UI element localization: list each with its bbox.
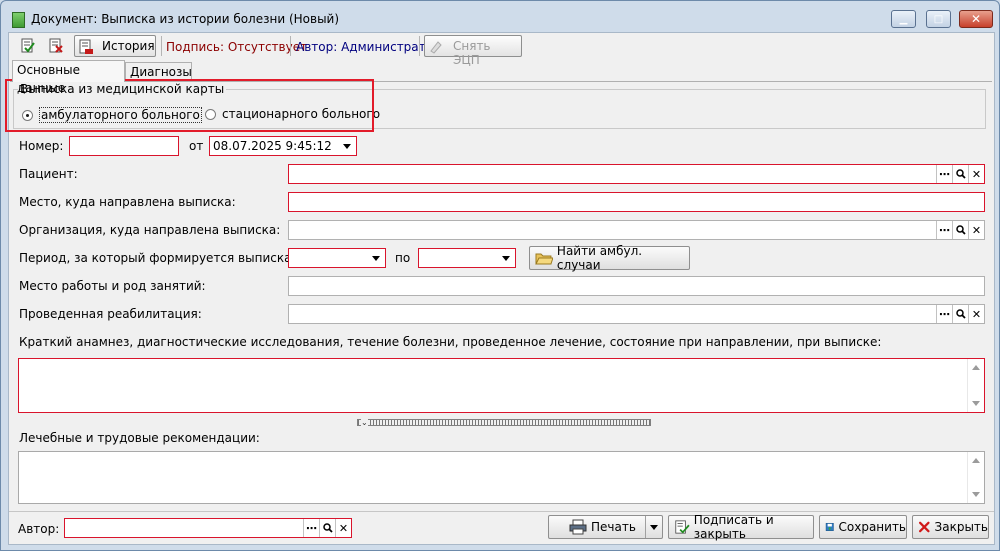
date-value: 08.07.2025 9:45:12 — [213, 139, 332, 153]
save-label: Сохранить — [838, 520, 907, 534]
period-from-picker[interactable] — [288, 248, 386, 268]
splitter-handle[interactable]: ⌄ — [357, 418, 651, 427]
search-icon[interactable] — [952, 221, 968, 239]
bottom-bar: Автор: ⋯ ✕ Печать Подписать и закрыть Со… — [9, 511, 994, 545]
print-button[interactable]: Печать — [548, 515, 663, 539]
scroll-down-icon[interactable] — [972, 401, 980, 406]
dropdown-arrow-icon[interactable] — [339, 138, 355, 154]
toolbar-separator — [290, 36, 291, 56]
close-label: Закрыть — [934, 520, 988, 534]
folder-icon — [535, 253, 553, 265]
sign-and-close-label: Подписать и закрыть — [693, 513, 774, 541]
printer-icon — [569, 519, 587, 535]
tab-main-data[interactable]: Основные данные — [12, 60, 125, 95]
document-window: Документ: Выписка из истории болезни (Но… — [0, 0, 1000, 551]
print-label: Печать — [591, 520, 636, 534]
organization-label: Организация, куда направлена выписка: — [19, 223, 281, 237]
ellipsis-icon[interactable]: ⋯ — [936, 305, 952, 323]
sign-document-icon — [675, 520, 690, 534]
period-to-label: по — [395, 251, 411, 265]
author-input[interactable]: ⋯ ✕ — [64, 518, 352, 538]
ellipsis-icon[interactable]: ⋯ — [303, 519, 319, 537]
toolbar-separator — [419, 36, 420, 56]
signature-remove-icon — [430, 41, 442, 54]
place-label: Место, куда направлена выписка: — [19, 195, 236, 209]
maximize-button[interactable]: □ — [926, 10, 951, 28]
workplace-label: Место работы и род занятий: — [19, 279, 206, 293]
maximize-icon: □ — [933, 13, 944, 25]
title-bar[interactable]: Документ: Выписка из истории болезни (Но… — [1, 1, 999, 31]
ellipsis-icon[interactable]: ⋯ — [936, 165, 952, 183]
workplace-input[interactable] — [288, 276, 985, 296]
checklist-icon — [21, 38, 35, 53]
tab-label: Диагнозы — [130, 65, 192, 79]
app-icon — [12, 12, 25, 28]
search-icon[interactable] — [952, 305, 968, 323]
vertical-scrollbar[interactable] — [967, 359, 984, 412]
cross-doc-icon — [49, 38, 63, 53]
footer-author-label: Автор: — [18, 522, 60, 536]
organization-input[interactable]: ⋯ ✕ — [288, 220, 985, 240]
number-label: Номер: — [19, 139, 64, 153]
ellipsis-icon[interactable]: ⋯ — [936, 221, 952, 239]
search-icon[interactable] — [952, 165, 968, 183]
rehab-input[interactable]: ⋯ ✕ — [288, 304, 985, 324]
from-label: от — [189, 139, 204, 153]
minimize-button[interactable]: ▁ — [891, 10, 916, 28]
anamnesis-textarea[interactable] — [18, 358, 985, 413]
scroll-up-icon[interactable] — [972, 458, 980, 463]
sign-and-close-button[interactable]: Подписать и закрыть — [668, 513, 814, 541]
close-button[interactable]: Закрыть — [912, 515, 989, 539]
dropdown-arrow-icon[interactable] — [368, 250, 384, 266]
minimize-icon: ▁ — [899, 13, 908, 25]
toolbar: История Подпись: Отсутствует Автор: Адми… — [9, 33, 994, 67]
signature-status: Подпись: Отсутствует — [166, 40, 308, 54]
period-to-picker[interactable] — [418, 248, 516, 268]
save-icon — [825, 523, 834, 531]
date-picker[interactable]: 08.07.2025 9:45:12 — [209, 136, 357, 156]
clear-icon[interactable]: ✕ — [335, 519, 351, 537]
close-window-button[interactable]: ✕ — [959, 10, 993, 28]
number-input[interactable] — [69, 136, 179, 156]
vertical-scrollbar[interactable] — [967, 452, 984, 503]
history-button[interactable]: История — [74, 35, 156, 57]
find-cases-label: Найти амбул. случаи — [556, 244, 643, 272]
close-icon: ✕ — [970, 12, 982, 26]
clear-icon[interactable]: ✕ — [968, 305, 984, 323]
window-title: Документ: Выписка из истории болезни (Но… — [31, 12, 340, 26]
chevron-down-icon: ⌄ — [361, 418, 368, 427]
remove-signature-button[interactable]: Снять ЭЦП — [424, 35, 522, 67]
place-input[interactable] — [288, 192, 985, 212]
search-icon[interactable] — [319, 519, 335, 537]
anamnesis-label: Краткий анамнез, диагностические исследо… — [19, 335, 882, 349]
clear-icon[interactable]: ✕ — [968, 165, 984, 183]
recommendations-textarea[interactable] — [18, 451, 985, 504]
patient-label: Пациент: — [19, 167, 78, 181]
find-cases-button[interactable]: Найти амбул. случаи — [529, 244, 690, 272]
history-label: История — [102, 39, 155, 53]
approve-button[interactable] — [17, 35, 39, 57]
toolbar-separator — [161, 36, 162, 56]
close-icon — [918, 521, 930, 533]
save-button[interactable]: Сохранить — [819, 515, 907, 539]
scroll-down-icon[interactable] — [972, 492, 980, 497]
scroll-up-icon[interactable] — [972, 365, 980, 370]
rehab-label: Проведенная реабилитация: — [19, 307, 202, 321]
client-area: История Подпись: Отсутствует Автор: Адми… — [5, 32, 995, 545]
main-panel: Выписка из медицинской карты амбулаторно… — [5, 79, 992, 512]
print-dropdown-icon[interactable] — [645, 516, 662, 538]
patient-input[interactable]: ⋯ ✕ — [288, 164, 985, 184]
dropdown-arrow-icon[interactable] — [498, 250, 514, 266]
clear-icon[interactable]: ✕ — [968, 221, 984, 239]
history-icon — [79, 39, 93, 54]
reject-button[interactable] — [45, 35, 67, 57]
period-label: Период, за который формируется выписка: … — [19, 251, 306, 265]
recommendations-label: Лечебные и трудовые рекомендации: — [19, 431, 260, 445]
